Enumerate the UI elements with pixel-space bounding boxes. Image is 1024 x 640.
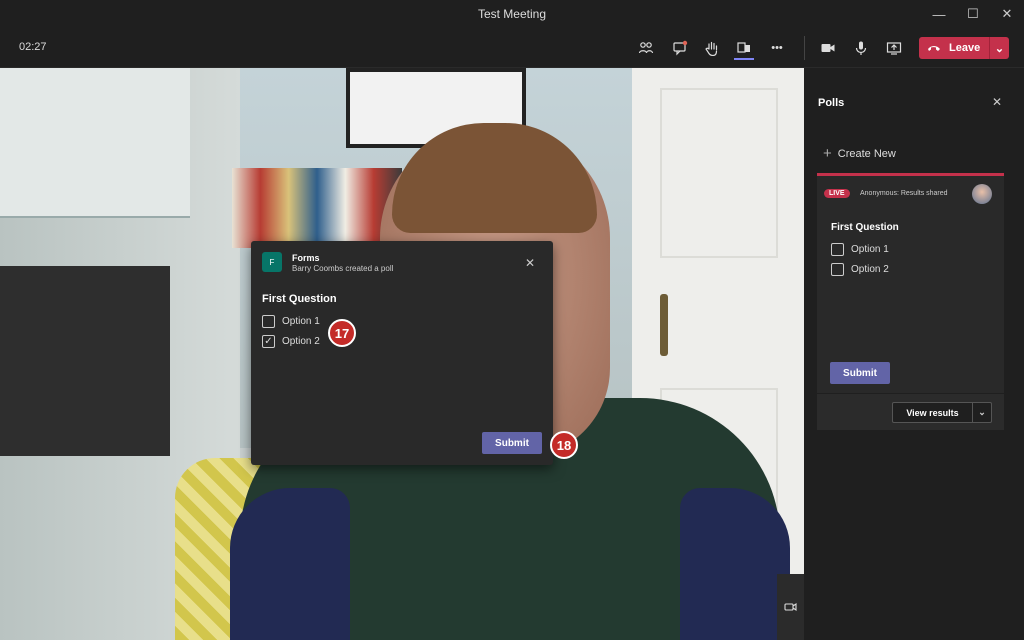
chat-icon[interactable]: [670, 38, 690, 58]
video-bookshelf: [232, 168, 402, 248]
avatar: [972, 184, 992, 204]
leave-label: Leave: [949, 42, 981, 54]
view-results-bar: View results ⌄: [817, 394, 1004, 430]
video-corkboard: [0, 266, 170, 456]
polls-panel: Polls ✕ + Create New LIVE Anonymous: Res…: [805, 68, 1024, 640]
meeting-timer: 02:27: [19, 41, 47, 53]
panel-title: Polls: [818, 97, 845, 109]
mic-icon[interactable]: [851, 38, 871, 58]
poll-creator: Barry Coombs created a poll: [292, 264, 394, 273]
step-badge: 18: [550, 431, 578, 459]
option-label: Option 1: [282, 316, 320, 327]
create-new-button[interactable]: + Create New: [823, 145, 896, 162]
view-results-button[interactable]: View results ⌄: [892, 402, 992, 423]
hang-up-icon: [919, 43, 949, 53]
leave-button[interactable]: Leave ⌄: [919, 37, 1009, 59]
minimize-button[interactable]: —: [922, 0, 956, 28]
share-screen-icon[interactable]: [884, 38, 904, 58]
option-label: Option 2: [282, 336, 320, 347]
poll-option-1[interactable]: Option 1: [831, 243, 889, 256]
option-label: Option 2: [851, 264, 889, 275]
window-title: Test Meeting: [477, 7, 547, 21]
submit-button[interactable]: Submit: [830, 362, 890, 384]
window-controls: — ☐ ✕: [922, 0, 1024, 28]
close-window-button[interactable]: ✕: [990, 0, 1024, 28]
create-new-label: Create New: [837, 147, 896, 160]
checkbox[interactable]: [831, 243, 844, 256]
raise-hand-icon[interactable]: [702, 38, 722, 58]
step-badge: 17: [328, 319, 356, 347]
toolbar-divider: [804, 36, 805, 60]
chevron-down-icon[interactable]: ⌄: [990, 42, 1009, 55]
plus-icon: +: [823, 145, 832, 162]
close-icon[interactable]: ✕: [992, 95, 1002, 109]
poll-popup: F Forms Barry Coombs created a poll ✕ Fi…: [251, 241, 553, 465]
poll-option-2[interactable]: ✓ Option 2: [262, 335, 320, 348]
title-bar: Test Meeting — ☐ ✕: [0, 0, 1024, 28]
chevron-down-icon[interactable]: ⌄: [973, 407, 991, 418]
checkbox-checked[interactable]: ✓: [262, 335, 275, 348]
poll-question: First Question: [262, 293, 337, 305]
view-results-label: View results: [906, 407, 959, 418]
poll-card: LIVE Anonymous: Results shared First Que…: [817, 173, 1004, 393]
submit-button[interactable]: Submit: [482, 432, 542, 454]
checkbox[interactable]: [262, 315, 275, 328]
option-label: Option 1: [851, 244, 889, 255]
close-icon[interactable]: ✕: [525, 256, 535, 270]
video-options-icon[interactable]: [777, 574, 804, 640]
forms-logo-icon: F: [262, 252, 282, 272]
video-whiteboard: [0, 68, 190, 218]
poll-option-1[interactable]: Option 1: [262, 315, 320, 328]
live-badge: LIVE: [824, 189, 850, 198]
meeting-toolbar: 02:27 ••• Leave ⌄: [0, 28, 1024, 68]
people-icon[interactable]: [636, 38, 656, 58]
maximize-button[interactable]: ☐: [956, 0, 990, 28]
checkbox[interactable]: [831, 263, 844, 276]
apps-icon[interactable]: [734, 38, 754, 58]
poll-question: First Question: [831, 222, 899, 233]
poll-status: Anonymous: Results shared: [860, 190, 948, 197]
more-icon[interactable]: •••: [767, 38, 787, 58]
poll-app-name: Forms: [292, 253, 320, 263]
camera-icon[interactable]: [818, 38, 838, 58]
active-tab-indicator: [734, 58, 754, 60]
poll-option-2[interactable]: Option 2: [831, 263, 889, 276]
